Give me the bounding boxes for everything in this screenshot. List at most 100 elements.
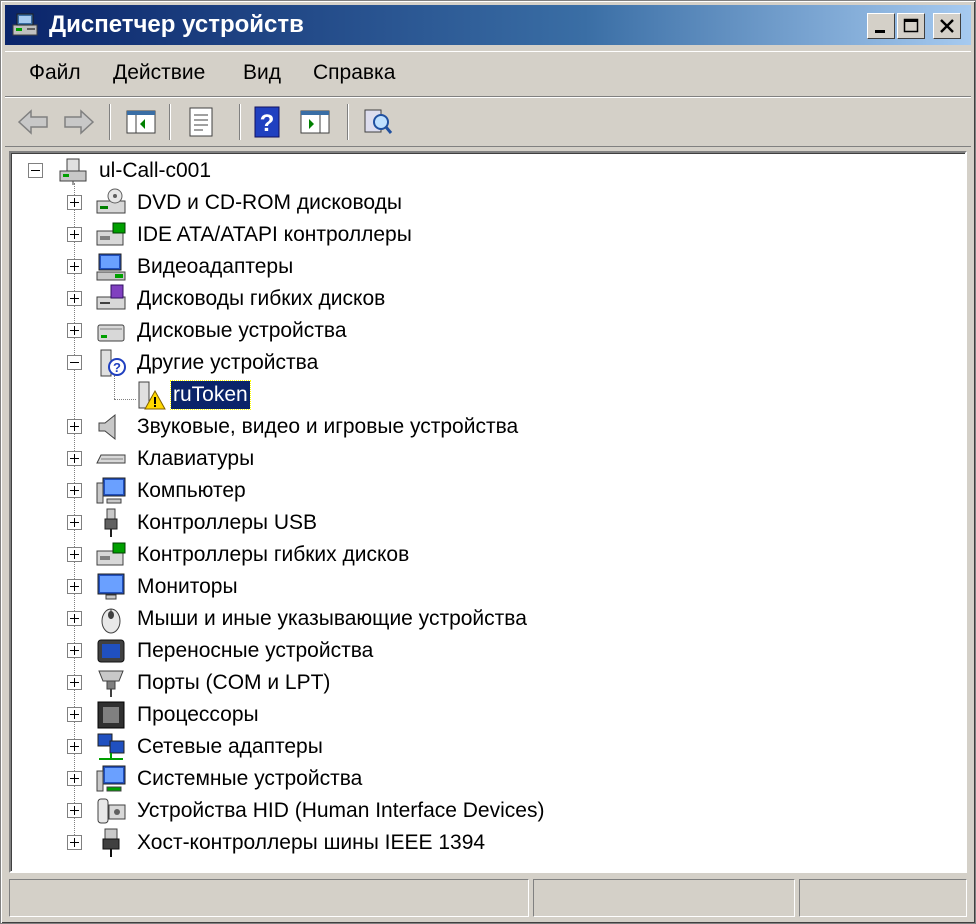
expand-toggle[interactable] [67, 195, 82, 210]
category-label[interactable]: Системные устройства [135, 765, 364, 793]
category-label[interactable]: Хост-контроллеры шины IEEE 1394 [135, 829, 487, 857]
ieee1394-icon [102, 828, 120, 857]
window-title: Диспетчер устройств [49, 11, 304, 38]
warning-device-icon [138, 381, 166, 410]
tree-category[interactable]: Мониторы [11, 571, 951, 603]
category-label[interactable]: Клавиатуры [135, 445, 256, 473]
tree-device[interactable]: ruToken [11, 379, 951, 411]
category-label[interactable]: Дисководы гибких дисков [135, 285, 387, 313]
svg-text:?: ? [113, 360, 121, 375]
expand-toggle[interactable] [67, 323, 82, 338]
collapse-toggle[interactable] [67, 355, 82, 370]
minimize-button[interactable] [867, 13, 895, 39]
category-label[interactable]: Контроллеры USB [135, 509, 319, 537]
expand-toggle[interactable] [67, 643, 82, 658]
expand-toggle[interactable] [67, 259, 82, 274]
expand-toggle[interactable] [67, 803, 82, 818]
category-label[interactable]: Видеоадаптеры [135, 253, 295, 281]
tree-category[interactable]: Видеоадаптеры [11, 251, 951, 283]
properties-button[interactable] [183, 104, 219, 140]
scan-hardware-button[interactable] [359, 104, 395, 140]
console-tree-button[interactable] [123, 104, 159, 140]
expand-toggle[interactable] [67, 739, 82, 754]
tree-category[interactable]: Контроллеры USB [11, 507, 951, 539]
category-label[interactable]: Мыши и иные указывающие устройства [135, 605, 529, 633]
expand-toggle[interactable] [67, 835, 82, 850]
device-tree[interactable]: ul-Call-c001 DVD и CD-ROM дисководы IDE … [9, 151, 967, 873]
tree-category[interactable]: Клавиатуры [11, 443, 951, 475]
category-label[interactable]: Мониторы [135, 573, 240, 601]
category-label[interactable]: DVD и CD-ROM дисководы [135, 189, 404, 217]
menu-help[interactable]: Справка [313, 60, 395, 86]
unknown-device-icon: ? [100, 349, 126, 377]
menu-file[interactable]: Файл [29, 60, 81, 86]
tree-category[interactable]: Сетевые адаптеры [11, 731, 951, 763]
close-button[interactable] [933, 13, 961, 39]
help-button[interactable]: ? [249, 104, 285, 140]
speaker-icon [98, 413, 116, 441]
device-label-selected[interactable]: ruToken [170, 380, 251, 410]
tree-root[interactable]: ul-Call-c001 [11, 155, 951, 187]
tree-category-expanded[interactable]: ? Другие устройства [11, 347, 951, 379]
category-label[interactable]: Процессоры [135, 701, 261, 729]
tree-category[interactable]: Дисководы гибких дисков [11, 283, 951, 315]
collapse-toggle[interactable] [28, 163, 43, 178]
tree-category[interactable]: Дисковые устройства [11, 315, 951, 347]
tree-category[interactable]: DVD и CD-ROM дисководы [11, 187, 951, 219]
tree-category[interactable]: Хост-контроллеры шины IEEE 1394 [11, 827, 951, 859]
title-bar[interactable]: Диспетчер устройств [5, 5, 971, 45]
computer-name[interactable]: ul-Call-c001 [97, 157, 213, 185]
expand-toggle[interactable] [67, 579, 82, 594]
category-label[interactable]: Дисковые устройства [135, 317, 349, 345]
tree-category[interactable]: Системные устройства [11, 763, 951, 795]
status-panel-1 [9, 879, 529, 917]
menu-view[interactable]: Вид [243, 60, 281, 86]
back-button[interactable] [15, 104, 51, 140]
category-label[interactable]: Устройства HID (Human Interface Devices) [135, 797, 546, 825]
expand-toggle[interactable] [67, 483, 82, 498]
tree-category[interactable]: Звуковые, видео и игровые устройства [11, 411, 951, 443]
expand-toggle[interactable] [67, 611, 82, 626]
menu-bar: Файл Действие Вид Справка [5, 51, 971, 97]
expand-toggle[interactable] [67, 291, 82, 306]
scan-hardware-changes-icon [364, 109, 393, 134]
forward-button[interactable] [61, 104, 97, 140]
category-label[interactable]: Контроллеры гибких дисков [135, 541, 411, 569]
device-manager-app-icon [12, 13, 38, 36]
tree-category[interactable]: Мыши и иные указывающие устройства [11, 603, 951, 635]
tree-category[interactable]: Переносные устройства [11, 635, 951, 667]
expand-toggle[interactable] [67, 675, 82, 690]
expand-toggle[interactable] [67, 515, 82, 530]
category-label[interactable]: Компьютер [135, 477, 248, 505]
expand-toggle[interactable] [67, 771, 82, 786]
toolbar-separator [347, 104, 349, 140]
help-icon: ? [254, 106, 280, 138]
category-label[interactable]: IDE ATA/ATAPI контроллеры [135, 221, 414, 249]
usb-icon [104, 508, 118, 537]
category-label[interactable]: Сетевые адаптеры [135, 733, 325, 761]
tree-category[interactable]: Порты (COM и LPT) [11, 667, 951, 699]
tree-category[interactable]: Контроллеры гибких дисков [11, 539, 951, 571]
menu-action[interactable]: Действие [113, 60, 205, 86]
monitor-icon [97, 573, 125, 600]
expand-toggle[interactable] [67, 227, 82, 242]
tree-category[interactable]: Компьютер [11, 475, 951, 507]
category-label[interactable]: Другие устройства [135, 349, 320, 377]
expand-toggle[interactable] [67, 547, 82, 562]
show-hide-console-tree-icon [126, 110, 156, 134]
expand-toggle[interactable] [67, 451, 82, 466]
category-label[interactable]: Порты (COM и LPT) [135, 669, 332, 697]
maximize-icon [903, 18, 919, 33]
update-driver-icon [300, 110, 330, 134]
mouse-icon [101, 608, 121, 634]
update-driver-button[interactable] [297, 104, 333, 140]
tree-category[interactable]: Процессоры [11, 699, 951, 731]
expand-toggle[interactable] [67, 419, 82, 434]
category-label[interactable]: Звуковые, видео и игровые устройства [135, 413, 520, 441]
maximize-button[interactable] [897, 13, 925, 39]
disk-drive-icon [97, 324, 125, 342]
expand-toggle[interactable] [67, 707, 82, 722]
tree-category[interactable]: Устройства HID (Human Interface Devices) [11, 795, 951, 827]
category-label[interactable]: Переносные устройства [135, 637, 375, 665]
tree-category[interactable]: IDE ATA/ATAPI контроллеры [11, 219, 951, 251]
